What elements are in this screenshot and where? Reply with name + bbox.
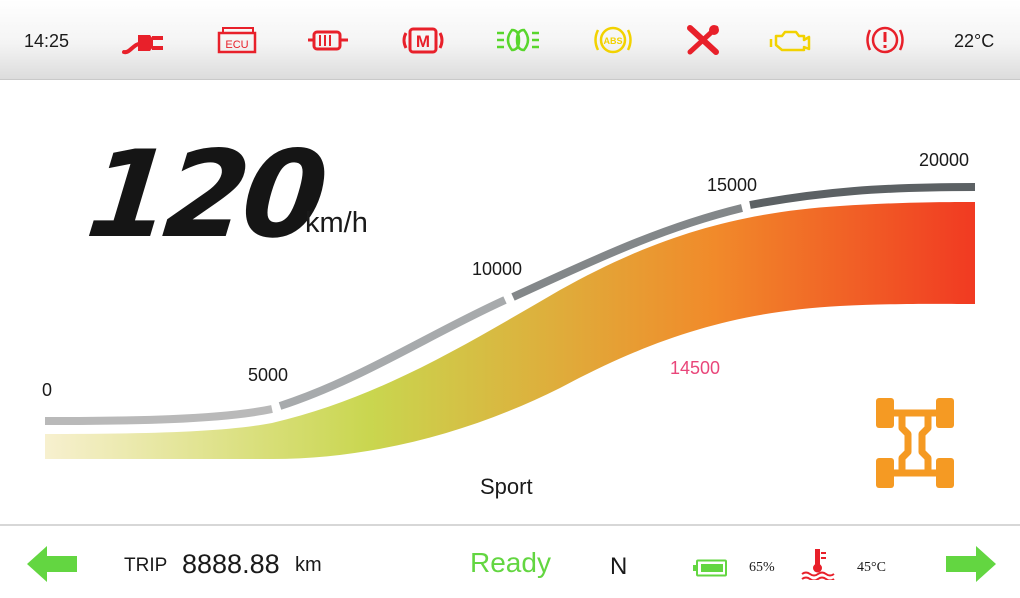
trip-label: TRIP bbox=[124, 555, 168, 576]
abs-warning-icon: ABS bbox=[590, 20, 636, 60]
check-engine-icon bbox=[768, 20, 814, 60]
motor-overheat-icon bbox=[305, 20, 351, 60]
outside-temperature: 22°C bbox=[954, 31, 995, 51]
ecu-fault-icon: ECU bbox=[214, 20, 260, 60]
rpm-tick-label: 20000 bbox=[919, 150, 969, 170]
brake-warning-icon bbox=[862, 20, 908, 60]
rpm-tick-label: 10000 bbox=[472, 259, 522, 279]
rpm-tick-label: 15000 bbox=[707, 175, 757, 195]
gear-indicator: N bbox=[610, 553, 628, 580]
battery-percentage: 65% bbox=[749, 560, 775, 575]
right-turn-signal-icon bbox=[946, 546, 996, 582]
all-wheel-drive-icon bbox=[872, 396, 958, 490]
svg-text:M: M bbox=[416, 32, 430, 51]
svg-text:ECU: ECU bbox=[225, 39, 248, 51]
svg-text:ABS: ABS bbox=[603, 36, 622, 46]
battery-icon bbox=[693, 559, 728, 577]
left-turn-signal-icon bbox=[27, 546, 77, 582]
coolant-temperature-value: 45°C bbox=[857, 560, 886, 575]
status-bar: 14:25 ECU M ABS 22°C bbox=[0, 0, 1020, 80]
rpm-tick-label: 5000 bbox=[248, 365, 288, 385]
bottom-bar: TRIP 8888.88 km Ready N 65% 45°C bbox=[0, 524, 1020, 598]
low-beam-headlight-icon bbox=[495, 20, 541, 60]
trip-value: 8888.88 bbox=[182, 549, 280, 579]
service-wrench-icon bbox=[680, 20, 726, 60]
rpm-gauge: 0 5000 10000 15000 20000 14500 bbox=[42, 150, 976, 459]
coolant-temperature-icon bbox=[801, 548, 835, 582]
drive-mode: Sport bbox=[480, 474, 533, 499]
motor-fault-icon: M bbox=[400, 20, 446, 60]
trip-unit: km bbox=[295, 554, 322, 576]
ready-status: Ready bbox=[470, 547, 551, 578]
rpm-current-value: 14500 bbox=[670, 358, 720, 378]
rpm-tick-label: 0 bbox=[42, 380, 52, 400]
clock: 14:25 bbox=[24, 31, 70, 51]
charging-plug-icon bbox=[120, 20, 166, 60]
